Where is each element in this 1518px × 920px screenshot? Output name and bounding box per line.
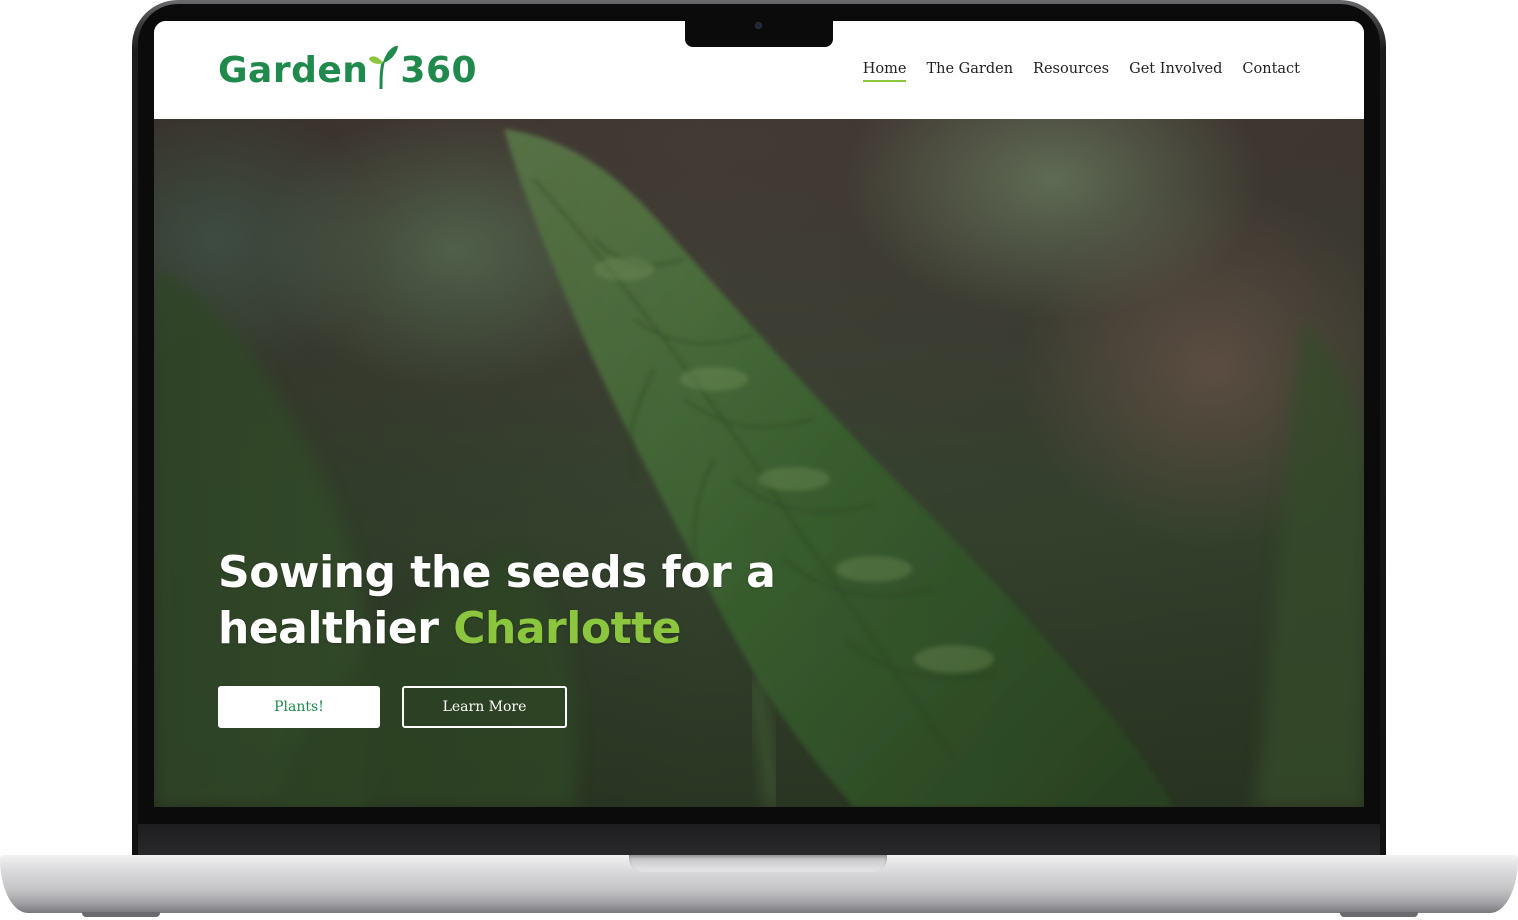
laptop-foot-right: [1340, 912, 1418, 917]
site-logo[interactable]: Garden 360: [218, 39, 477, 89]
hero-headline: Sowing the seeds for a healthier Charlot…: [218, 545, 776, 657]
camera-icon: [755, 22, 762, 29]
logo-text-garden: Garden: [218, 50, 369, 91]
hero-section: Sowing the seeds for a healthier Charlot…: [154, 119, 1364, 807]
nav-home[interactable]: Home: [862, 61, 907, 82]
laptop-foot-left: [82, 912, 160, 917]
hero-headline-line2-prefix: healthier: [218, 603, 439, 654]
sprout-icon: [369, 45, 399, 89]
main-nav: Home The Garden Resources Get Involved C…: [862, 61, 1300, 82]
bezel-bottom: [138, 824, 1380, 856]
laptop-mockup: Garden 360 Home The Garden Resources Get…: [0, 0, 1518, 920]
hero-headline-accent: Charlotte: [453, 603, 681, 654]
learn-more-button[interactable]: Learn More: [402, 686, 567, 728]
hero-headline-line1: Sowing the seeds for a: [218, 547, 776, 598]
nav-resources[interactable]: Resources: [1033, 61, 1109, 82]
screen: Garden 360 Home The Garden Resources Get…: [154, 21, 1364, 807]
laptop-opening-groove: [629, 855, 887, 872]
nav-the-garden[interactable]: The Garden: [926, 61, 1013, 82]
plants-button[interactable]: Plants!: [218, 686, 380, 728]
hero-buttons: Plants! Learn More: [218, 686, 567, 728]
nav-get-involved[interactable]: Get Involved: [1129, 61, 1222, 82]
logo-text-360: 360: [400, 50, 478, 91]
camera-notch: [685, 20, 833, 47]
nav-contact[interactable]: Contact: [1242, 61, 1300, 82]
